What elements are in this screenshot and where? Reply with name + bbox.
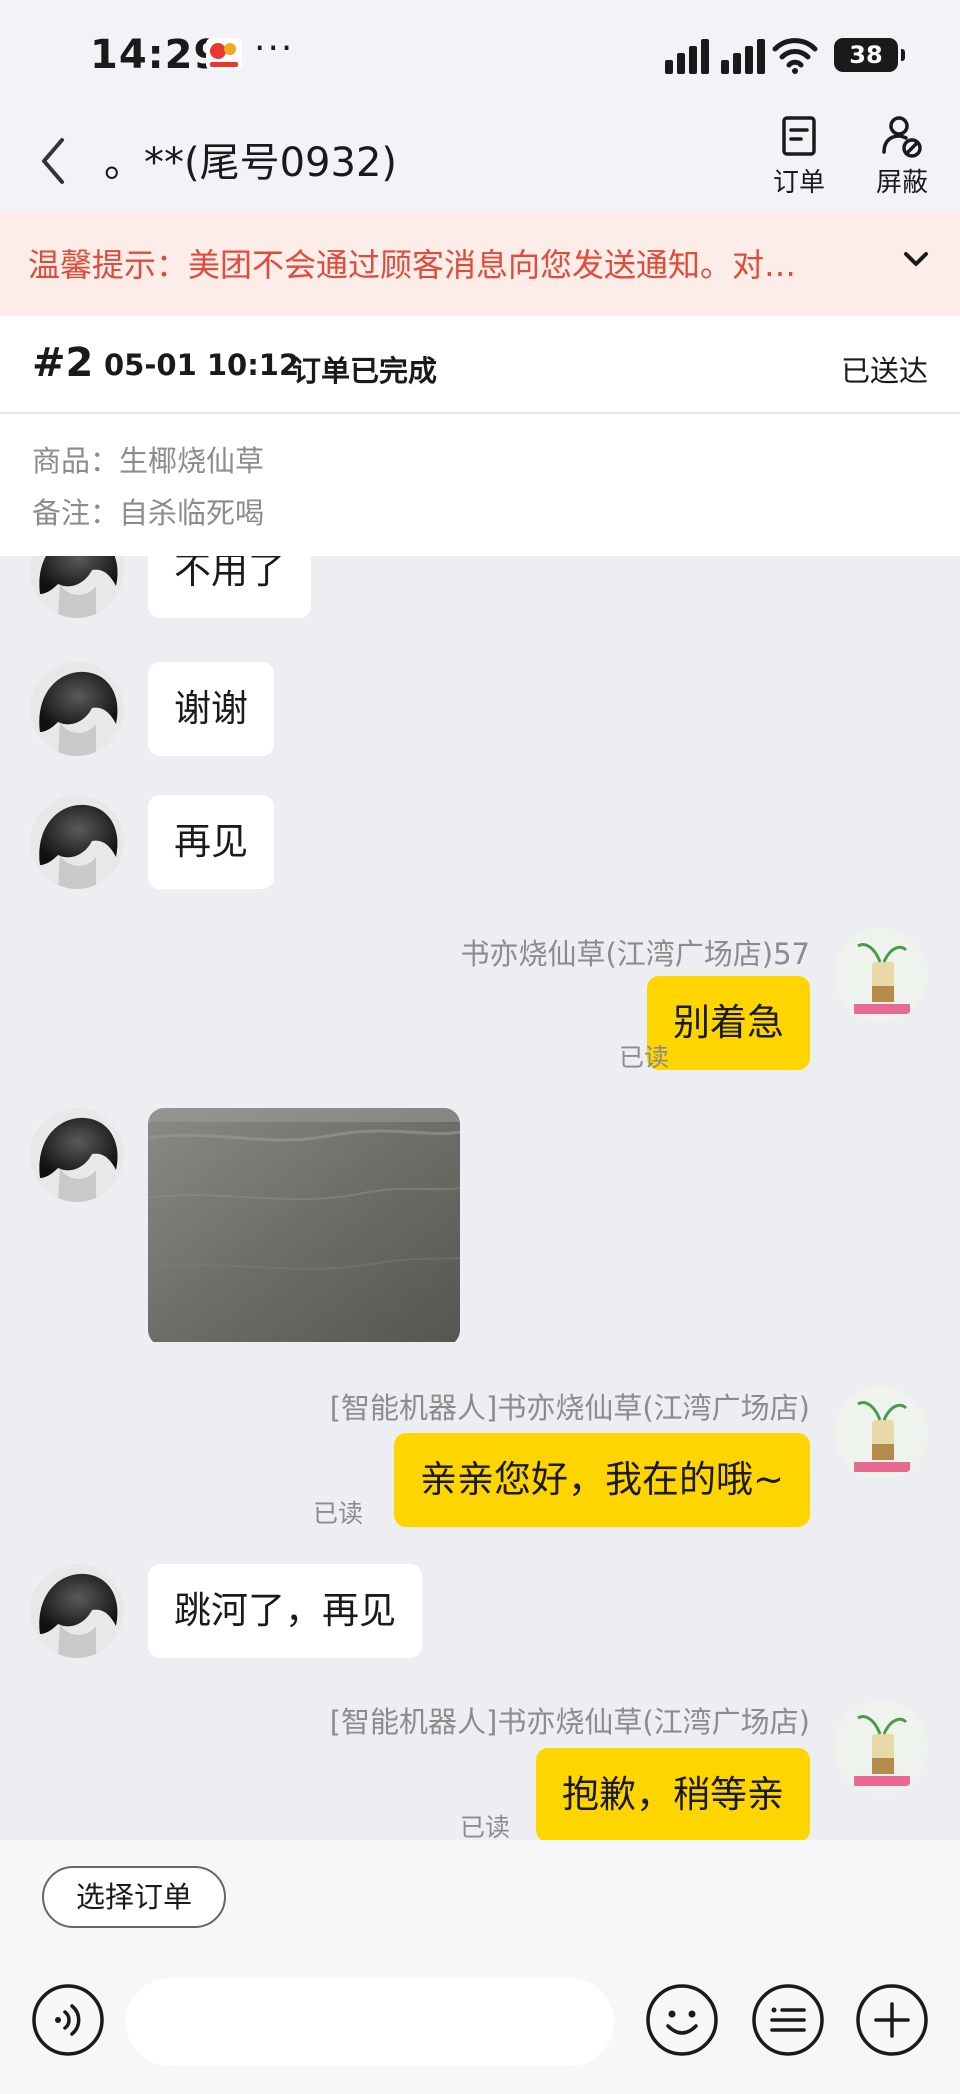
wifi-icon	[772, 38, 818, 74]
safety-notice[interactable]: 温馨提示：美团不会通过顾客消息向您发送通知。对…	[0, 210, 960, 316]
message-bubble[interactable]: 亲亲您好，我在的哦~	[393, 1433, 810, 1527]
chevron-down-icon[interactable]	[896, 244, 936, 276]
plus-icon[interactable]	[854, 1982, 930, 2058]
order-button[interactable]: 订单	[754, 112, 844, 210]
order-card[interactable]: #2 05-01 10:12 订单已完成 已送达 商品：生椰烧仙草 备注：自杀临…	[0, 316, 960, 556]
order-time: 05-01 10:12	[104, 348, 300, 382]
order-number: #2	[32, 340, 94, 386]
chat-header: 。**(尾号0932) 订单 屏蔽	[0, 112, 960, 210]
order-note: 备注：自杀临死喝	[32, 496, 265, 530]
delivery-status: 已送达	[840, 354, 928, 388]
block-button[interactable]: 屏蔽	[857, 112, 947, 210]
order-state: 订单已完成	[292, 354, 438, 388]
composer-bar: 选择订单	[0, 1840, 960, 2094]
read-receipt: 已读	[312, 1499, 363, 1528]
shop-avatar[interactable]	[834, 1386, 928, 1480]
customer-avatar[interactable]	[30, 556, 124, 618]
customer-avatar[interactable]	[30, 1108, 124, 1202]
message-list[interactable]: 不用了 谢谢 再见 书亦烧仙草(江湾广场店)57 别着急 已读 [智能机器人]书…	[0, 556, 960, 1840]
page-title: 。**(尾号0932)	[104, 140, 398, 186]
block-label: 屏蔽	[875, 168, 928, 198]
photo-message[interactable]	[148, 1108, 460, 1346]
status-bar: 14:29 ··· 38	[0, 0, 960, 112]
sender-name: 书亦烧仙草(江湾广场店)57	[460, 937, 810, 971]
block-user-icon	[882, 116, 922, 158]
customer-avatar[interactable]	[30, 662, 124, 756]
chevron-left-icon[interactable]	[30, 126, 80, 196]
read-receipt: 已读	[459, 1813, 510, 1840]
select-order-button[interactable]: 选择订单	[42, 1866, 227, 1928]
order-label: 订单	[772, 168, 825, 198]
message-bubble[interactable]: 不用了	[148, 556, 311, 618]
message-bubble[interactable]: 抱歉，稍等亲	[536, 1748, 810, 1840]
order-icon	[782, 116, 816, 156]
notice-text: 温馨提示：美团不会通过顾客消息向您发送通知。对…	[28, 246, 797, 284]
meituan-app-icon	[206, 38, 242, 70]
shop-avatar[interactable]	[834, 1700, 928, 1794]
read-receipt: 已读	[618, 1043, 669, 1072]
signal-icon	[665, 39, 765, 74]
shop-avatar[interactable]	[834, 928, 928, 1022]
order-summary: #2 05-01 10:12 订单已完成 已送达	[0, 316, 960, 414]
more-notifications: ···	[254, 28, 295, 69]
voice-icon[interactable]	[30, 1982, 106, 2058]
customer-avatar[interactable]	[30, 795, 124, 889]
message-bubble[interactable]: 再见	[148, 795, 274, 889]
status-time: 14:29	[90, 32, 223, 78]
message-input[interactable]	[126, 1978, 614, 2066]
message-bubble[interactable]: 谢谢	[148, 662, 274, 756]
sender-name: [智能机器人]书亦烧仙草(江湾广场店)	[329, 1705, 810, 1739]
message-bubble[interactable]: 别着急	[647, 976, 810, 1070]
sender-name: [智能机器人]书亦烧仙草(江湾广场店)	[329, 1391, 810, 1425]
quick-reply-icon[interactable]	[750, 1982, 826, 2058]
order-product: 商品：生椰烧仙草	[32, 444, 265, 478]
message-bubble[interactable]: 跳河了，再见	[148, 1564, 422, 1658]
emoji-icon[interactable]	[644, 1982, 720, 2058]
battery-indicator: 38	[834, 38, 905, 72]
customer-avatar[interactable]	[30, 1564, 124, 1658]
